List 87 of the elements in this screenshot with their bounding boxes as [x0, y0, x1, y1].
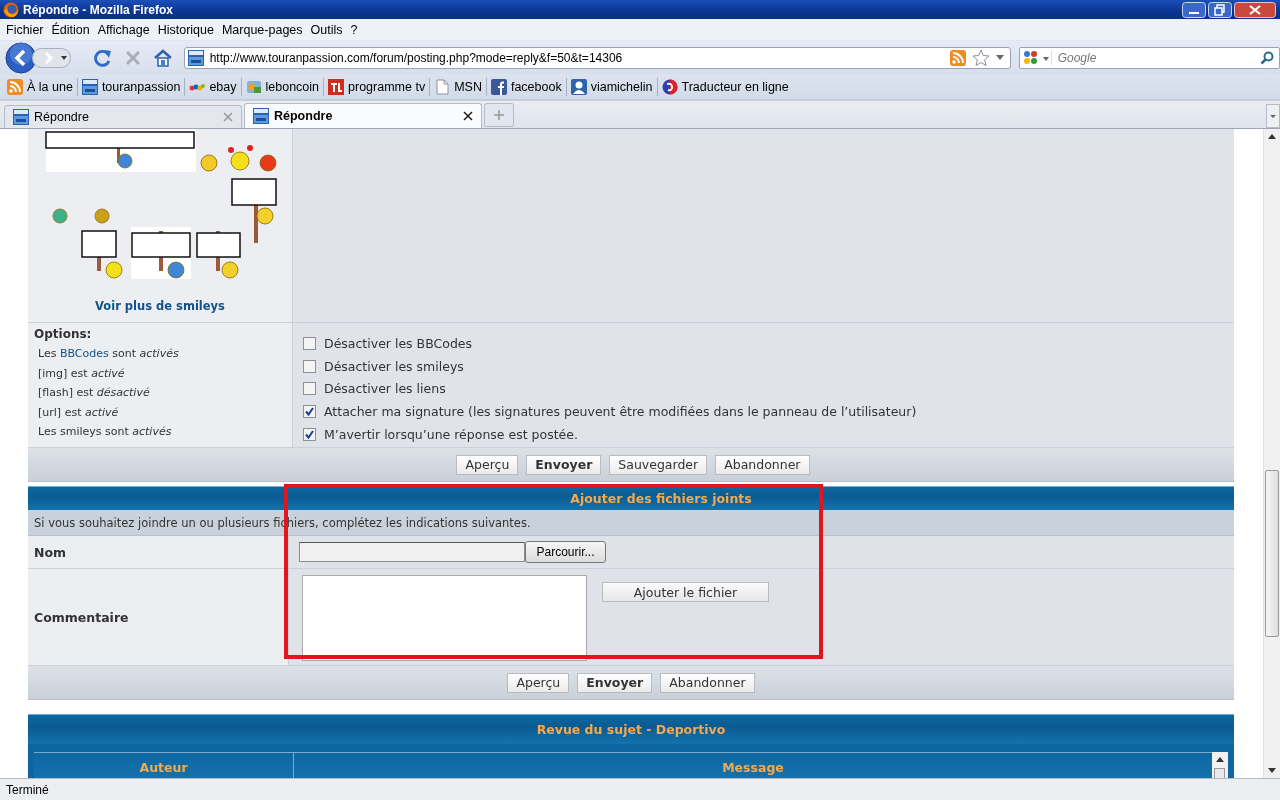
menu-item[interactable]: Outils — [306, 22, 347, 37]
site-icon — [253, 108, 269, 124]
back-button[interactable] — [4, 41, 38, 74]
reload-button[interactable] — [92, 47, 113, 68]
option-note: Les smileys sont activés — [37, 424, 173, 440]
forward-button[interactable] — [32, 45, 72, 70]
close-icon[interactable] — [463, 111, 473, 121]
scroll-up-icon[interactable] — [1268, 134, 1276, 139]
submit-button[interactable]: Envoyer — [577, 672, 653, 693]
bookmark-item[interactable]: À la une — [4, 78, 76, 95]
scrollbar[interactable] — [1212, 752, 1228, 778]
bookmark-item[interactable]: ebay — [186, 78, 240, 95]
checkbox[interactable] — [303, 336, 316, 350]
maximize-button[interactable] — [1208, 1, 1232, 18]
minimize-button[interactable] — [1182, 1, 1206, 18]
form-button[interactable]: Abandonner — [715, 454, 810, 475]
search-icon[interactable] — [1260, 50, 1274, 65]
menu-item[interactable]: Édition — [47, 22, 94, 37]
option-note: [img] est activé — [37, 365, 126, 382]
bookmark-icon — [7, 78, 23, 95]
scroll-down-icon[interactable] — [1268, 768, 1276, 773]
menu-item[interactable]: ? — [346, 22, 362, 37]
site-icon — [187, 49, 204, 66]
scroll-up-icon[interactable] — [1216, 757, 1224, 762]
browser-tab[interactable]: Répondre — [4, 105, 242, 128]
bookmark-item[interactable]: MSN — [431, 78, 485, 95]
form-button[interactable]: Aperçu — [456, 454, 519, 475]
menu-item[interactable]: Fichier — [2, 22, 48, 37]
close-button[interactable] — [1234, 1, 1276, 18]
bookmark-icon — [434, 78, 451, 95]
checkbox-label: M’avertir lorsqu’une réponse est postée. — [324, 427, 578, 443]
checkbox[interactable] — [303, 359, 316, 373]
option-note: [flash] est désactivé — [37, 385, 151, 401]
bookmark-item[interactable]: facebook — [487, 78, 565, 95]
section-header: Ajouter des fichiers joints — [28, 486, 1234, 510]
scrollbar-thumb[interactable] — [1214, 768, 1225, 778]
checkbox-label: Désactiver les smileys — [324, 358, 464, 374]
star-icon[interactable] — [971, 48, 990, 67]
bookmark-item[interactable]: touranpassion — [78, 78, 184, 95]
window-title: Répondre - Mozilla Firefox — [23, 2, 174, 17]
checkbox[interactable] — [303, 405, 316, 419]
option-note: [url] est activé — [37, 404, 120, 421]
browse-button[interactable]: Parcourir... — [525, 541, 606, 563]
bookmark-item[interactable]: programme tv — [325, 78, 429, 95]
form-button[interactable]: Abandonner — [660, 672, 755, 693]
form-button[interactable]: Sauvegarder — [609, 454, 708, 475]
options-label: Options: — [34, 327, 93, 341]
bookmark-item[interactable]: viamichelin — [567, 78, 656, 95]
caret-icon[interactable] — [995, 55, 1004, 60]
scrollbar-thumb[interactable] — [1265, 470, 1279, 637]
address-field[interactable]: http://www.touranpassion.com/forum/posting.php?mode=reply&f=50&t=14306 — [183, 46, 1011, 69]
bookmark-item[interactable]: leboncoin — [242, 78, 323, 95]
form-button[interactable]: Aperçu — [507, 672, 570, 693]
checkbox[interactable] — [303, 428, 316, 442]
section-header: Revue du sujet - Deportivo — [28, 714, 1234, 744]
search-field[interactable]: Google — [1018, 46, 1280, 69]
option-note: Les BBCodes sont activés — [37, 346, 180, 362]
home-button[interactable] — [152, 47, 173, 68]
menu-item[interactable]: Affichage — [93, 22, 154, 37]
bookmark-icon — [245, 78, 262, 95]
bookmark-item[interactable]: Traducteur en ligne — [658, 78, 792, 95]
status-text: Terminé — [6, 782, 49, 797]
submit-button[interactable]: Envoyer — [526, 454, 602, 475]
more-smileys-link[interactable]: Voir plus de smileys — [28, 299, 292, 313]
browser-tab[interactable]: Répondre — [244, 103, 482, 128]
google-icon — [1022, 49, 1051, 66]
checkbox[interactable] — [303, 382, 316, 396]
comment-field[interactable] — [302, 575, 587, 661]
bookmark-icon — [490, 78, 507, 95]
field-label: Commentaire — [34, 609, 129, 625]
firefox-icon — [3, 1, 19, 18]
bookmark-icon — [570, 78, 587, 95]
bookmark-icon — [328, 78, 345, 95]
bookmark-icon — [81, 78, 98, 95]
column-header: Message — [721, 758, 785, 777]
scrollbar[interactable] — [1263, 129, 1280, 778]
menu-item[interactable]: Historique — [153, 22, 218, 37]
add-file-button[interactable]: Ajouter le fichier — [602, 582, 769, 602]
menu-item[interactable]: Marque-pages — [217, 22, 307, 37]
checkbox-label: Désactiver les BBCodes — [324, 335, 473, 351]
field-label: Nom — [34, 544, 67, 560]
checkbox-label: Désactiver les liens — [324, 381, 446, 397]
site-icon — [13, 109, 29, 125]
checkbox-label: Attacher ma signature (les signatures peuvent être modifiées dans le panneau de l’utilisateur) — [324, 404, 917, 420]
bookmark-icon — [661, 78, 678, 95]
file-field[interactable] — [299, 542, 525, 562]
bbcodes-link[interactable]: BBCodes — [59, 347, 109, 360]
